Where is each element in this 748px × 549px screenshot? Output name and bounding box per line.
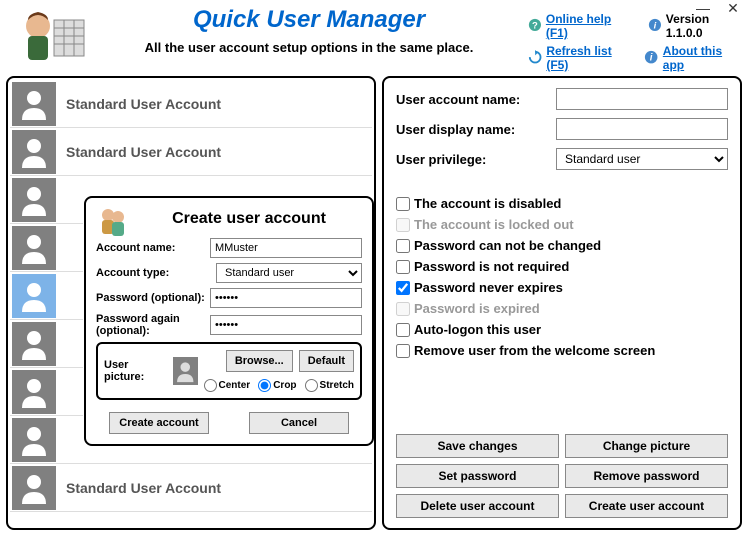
password-again-field[interactable]: [210, 315, 362, 335]
checkbox-autologon[interactable]: Auto-logon this user: [396, 322, 728, 337]
avatar-icon: [12, 322, 56, 366]
avatar-icon: [12, 466, 56, 510]
user-account-name-field[interactable]: [556, 88, 728, 110]
refresh-icon: [528, 50, 542, 66]
users-icon: [96, 204, 130, 238]
label-user-picture: User picture:: [104, 359, 167, 383]
close-button[interactable]: ✕: [718, 0, 748, 20]
browse-button[interactable]: Browse...: [226, 350, 293, 372]
svg-text:?: ?: [532, 20, 538, 31]
avatar-icon: [12, 82, 56, 126]
label-user-display-name: User display name:: [396, 122, 556, 137]
user-list-panel: Standard User Account Standard User Accou…: [6, 76, 376, 530]
checkbox-nochange[interactable]: Password can not be changed: [396, 238, 728, 253]
info-icon: i: [644, 50, 658, 66]
user-list-item[interactable]: Standard User Account: [10, 464, 372, 512]
account-type-select[interactable]: Standard user: [216, 263, 362, 283]
save-changes-button[interactable]: Save changes: [396, 434, 559, 458]
minimize-button[interactable]: —: [688, 0, 718, 20]
create-user-button[interactable]: Create user account: [565, 494, 728, 518]
avatar-icon: [12, 178, 56, 222]
checkbox-remwelcome[interactable]: Remove user from the welcome screen: [396, 343, 728, 358]
user-label: Standard User Account: [66, 480, 221, 496]
avatar-icon: [12, 418, 56, 462]
online-help-link[interactable]: Online help (F1): [546, 12, 625, 40]
user-label: Standard User Account: [66, 144, 221, 160]
label-user-account-name: User account name:: [396, 92, 556, 107]
dialog-title: Create user account: [136, 210, 362, 228]
user-list-item[interactable]: Standard User Account: [10, 128, 372, 176]
avatar-icon: [12, 274, 56, 318]
cancel-button[interactable]: Cancel: [249, 412, 349, 434]
radio-center[interactable]: Center: [204, 379, 251, 392]
svg-text:i: i: [650, 53, 653, 64]
password-field[interactable]: [210, 288, 362, 308]
user-display-name-field[interactable]: [556, 118, 728, 140]
avatar-icon: [12, 370, 56, 414]
checkbox-locked: The account is locked out: [396, 217, 728, 232]
default-button[interactable]: Default: [299, 350, 354, 372]
dialog-avatar-preview: [173, 357, 198, 385]
account-name-field[interactable]: [210, 238, 362, 258]
app-title: Quick User Manager: [90, 6, 528, 34]
avatar-icon: [12, 226, 56, 270]
change-picture-button[interactable]: Change picture: [565, 434, 728, 458]
help-icon: ?: [528, 18, 542, 34]
create-user-dialog: Create user account Account name: Accoun…: [84, 196, 374, 446]
label-account-type: Account type:: [96, 267, 216, 279]
app-logo: [10, 6, 90, 66]
user-label: Standard User Account: [66, 96, 221, 112]
radio-crop[interactable]: Crop: [258, 379, 296, 392]
delete-user-button[interactable]: Delete user account: [396, 494, 559, 518]
label-account-name: Account name:: [96, 242, 210, 254]
svg-text:i: i: [654, 20, 657, 31]
remove-password-button[interactable]: Remove password: [565, 464, 728, 488]
label-password2: Password again (optional):: [96, 313, 210, 337]
checkbox-expired: Password is expired: [396, 301, 728, 316]
user-detail-panel: User account name: User display name: Us…: [382, 76, 742, 530]
avatar-icon: [12, 130, 56, 174]
user-picture-box: User picture: Browse... Default Center C…: [96, 342, 362, 400]
radio-stretch[interactable]: Stretch: [305, 379, 354, 392]
user-list-item[interactable]: Standard User Account: [10, 80, 372, 128]
refresh-link[interactable]: Refresh list (F5): [546, 44, 627, 72]
checkbox-disabled[interactable]: The account is disabled: [396, 196, 728, 211]
set-password-button[interactable]: Set password: [396, 464, 559, 488]
checkbox-notreq[interactable]: Password is not required: [396, 259, 728, 274]
create-account-button[interactable]: Create account: [109, 412, 209, 434]
app-subtitle: All the user account setup options in th…: [90, 40, 528, 55]
about-link[interactable]: About this app: [663, 44, 738, 72]
user-privilege-select[interactable]: Standard user: [556, 148, 728, 170]
checkbox-neverexp[interactable]: Password never expires: [396, 280, 728, 295]
info-icon: i: [648, 18, 662, 34]
label-password: Password (optional):: [96, 292, 210, 304]
label-user-privilege: User privilege:: [396, 152, 556, 167]
